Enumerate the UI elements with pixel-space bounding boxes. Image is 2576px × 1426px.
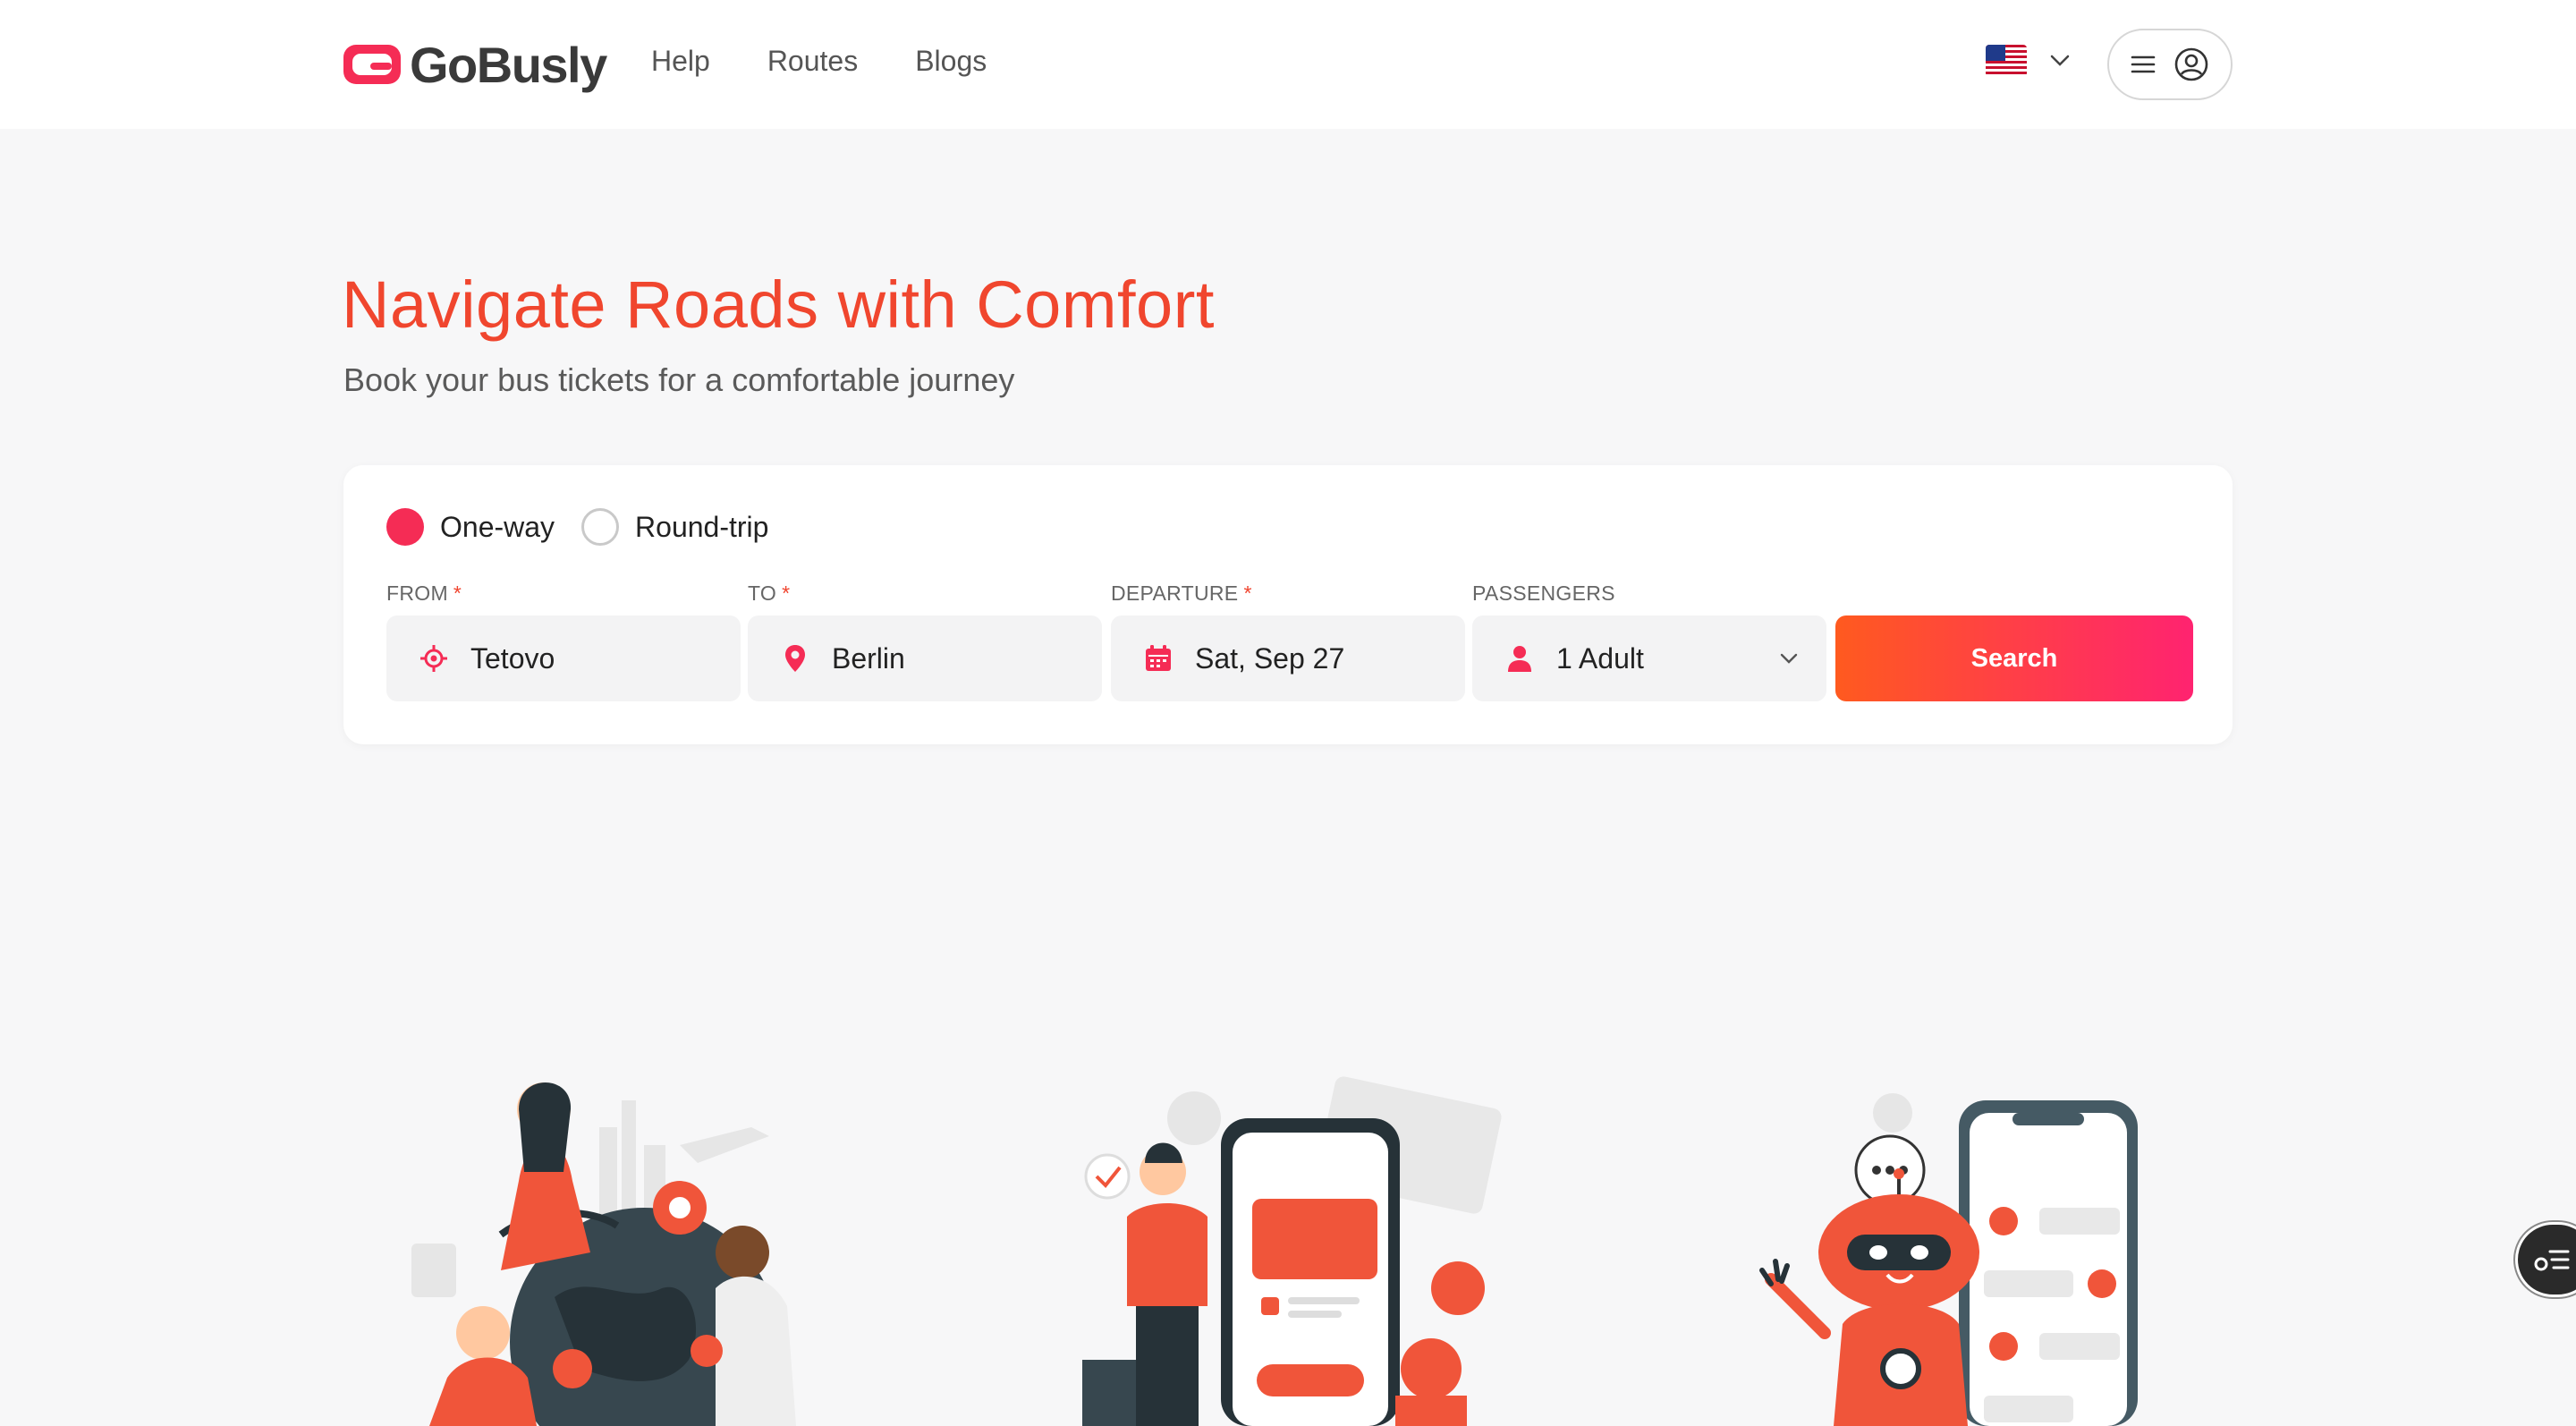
nav-routes[interactable]: Routes [767, 45, 858, 78]
map-pin-icon [785, 645, 805, 672]
radio-unchecked-icon[interactable] [581, 508, 620, 546]
departure-value: Sat, Sep 27 [1195, 641, 1345, 675]
account-menu-button[interactable] [2107, 29, 2233, 100]
search-button[interactable]: Search [1835, 615, 2193, 701]
to-value: Berlin [832, 641, 905, 675]
trip-type-group: One-way Round-trip [386, 508, 768, 546]
from-field[interactable]: Tetovo [386, 615, 741, 701]
user-circle-icon [2174, 47, 2208, 81]
round-trip-label: Round-trip [635, 510, 769, 543]
brand-name: GoBusly [410, 36, 607, 93]
calendar-icon [1146, 645, 1171, 671]
mobile-payment-illustration [1082, 1076, 1502, 1426]
departure-label: DEPARTURE * [1111, 581, 1252, 605]
radio-checked-icon[interactable] [386, 508, 424, 546]
search-form: One-way Round-trip FROM * TO * DEPARTURE * … [343, 465, 2233, 744]
main-nav: Help Routes Blogs [651, 45, 987, 78]
trip-type-round-trip[interactable]: Round-trip [581, 508, 768, 546]
to-label: TO * [748, 581, 791, 605]
location-target-icon [420, 645, 447, 672]
chatbot-illustration [1759, 1093, 2138, 1426]
from-label: FROM * [386, 581, 462, 605]
one-way-label: One-way [440, 510, 555, 543]
us-flag-icon [1986, 45, 2027, 77]
hamburger-icon [2131, 55, 2156, 73]
chevron-down-icon [2050, 55, 2070, 66]
hero-title: Navigate Roads with Comfort [342, 267, 1215, 342]
nav-help[interactable]: Help [651, 45, 710, 78]
hero-subtitle: Book your bus tickets for a comfortable … [343, 361, 1015, 398]
passengers-label: PASSENGERS [1472, 581, 1615, 605]
top-navbar: GoBusly Help Routes Blogs [0, 0, 2576, 129]
travel-globe-illustration [411, 1082, 796, 1426]
passengers-select[interactable]: 1 Adult [1472, 615, 1826, 701]
departure-field[interactable]: Sat, Sep 27 [1111, 615, 1465, 701]
to-field[interactable]: Berlin [748, 615, 1102, 701]
trip-type-one-way[interactable]: One-way [386, 508, 555, 546]
person-icon [1508, 646, 1531, 672]
nav-blogs[interactable]: Blogs [915, 45, 987, 78]
from-value: Tetovo [470, 641, 555, 675]
chevron-down-icon [1780, 653, 1798, 664]
chat-support-button[interactable] [2515, 1222, 2576, 1297]
logo-icon [343, 45, 401, 84]
language-selector[interactable] [1986, 45, 2072, 77]
chat-list-icon [2534, 1250, 2570, 1271]
passengers-value: 1 Adult [1556, 641, 1644, 675]
logo[interactable]: GoBusly [342, 36, 607, 93]
